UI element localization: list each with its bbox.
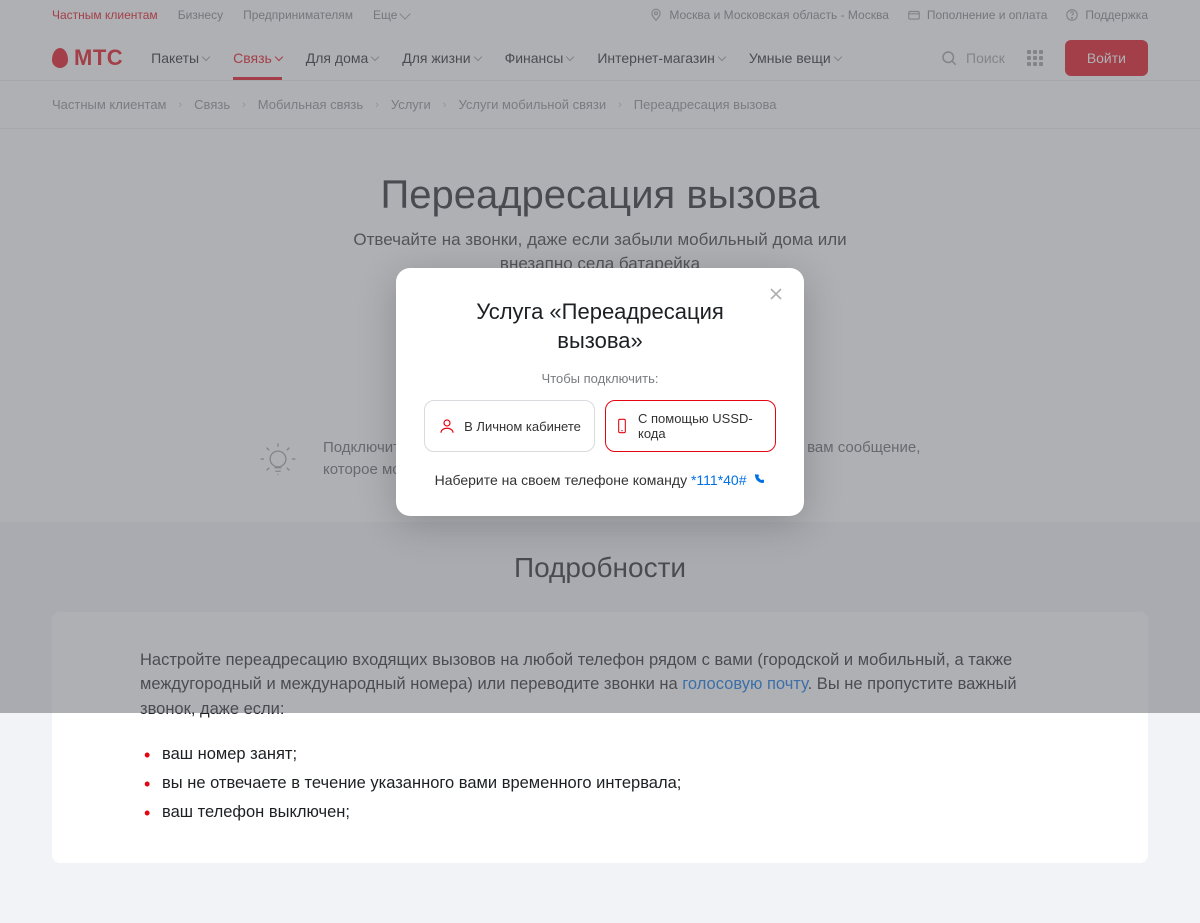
list-item: вы не отвечаете в течение указанного вам… bbox=[140, 769, 1060, 798]
modal-instruction: Наберите на своем телефоне команду *111*… bbox=[424, 472, 776, 488]
ussd-code[interactable]: *111*40# bbox=[691, 472, 747, 488]
option-ussd[interactable]: С помощью USSD-кода bbox=[605, 400, 776, 452]
option-label: В Личном кабинете bbox=[464, 419, 581, 434]
user-icon bbox=[438, 417, 456, 435]
list-item: ваш телефон выключен; bbox=[140, 798, 1060, 827]
option-personal-account[interactable]: В Личном кабинете bbox=[424, 400, 595, 452]
modal-options: В Личном кабинете С помощью USSD-кода bbox=[424, 400, 776, 452]
modal-title: Услуга «Переадресация вызова» bbox=[454, 298, 746, 355]
instr-pre: Наберите на своем телефоне команду bbox=[435, 472, 691, 488]
phone-device-icon bbox=[614, 417, 630, 435]
option-label: С помощью USSD-кода bbox=[638, 411, 767, 441]
connect-modal: Услуга «Переадресация вызова» Чтобы подк… bbox=[396, 268, 804, 516]
close-button[interactable] bbox=[766, 284, 786, 309]
close-icon bbox=[766, 284, 786, 304]
modal-subtitle: Чтобы подключить: bbox=[424, 371, 776, 386]
phone-call-icon bbox=[750, 472, 766, 488]
list-item: ваш номер занят; bbox=[140, 740, 1060, 769]
modal-overlay[interactable]: Услуга «Переадресация вызова» Чтобы подк… bbox=[0, 0, 1200, 713]
details-bullets: ваш номер занят; вы не отвечаете в течен… bbox=[140, 740, 1060, 827]
